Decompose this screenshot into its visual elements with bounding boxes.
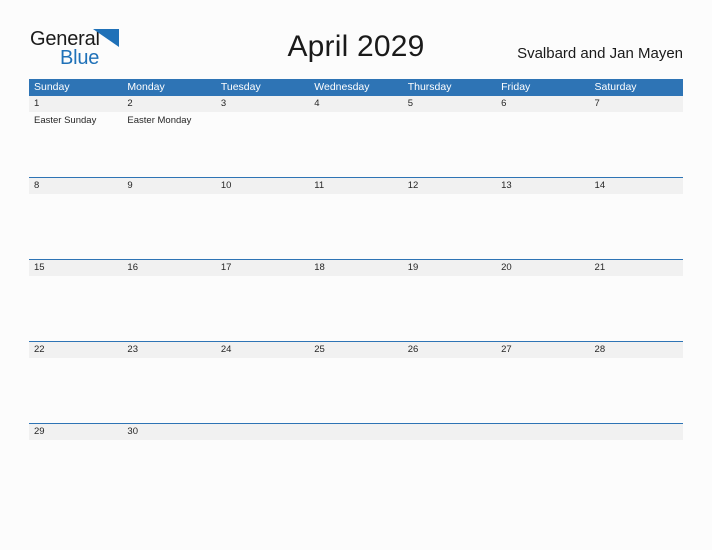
week-date-strip: 15 16 17 18 19 20 21: [29, 259, 683, 276]
day-cell[interactable]: [216, 112, 309, 177]
day-cell[interactable]: [590, 440, 683, 505]
day-cell[interactable]: [496, 358, 589, 423]
day-number[interactable]: 17: [216, 260, 309, 275]
day-cell[interactable]: [496, 276, 589, 341]
calendar-grid: Sunday Monday Tuesday Wednesday Thursday…: [29, 79, 683, 505]
weekday-header-thursday: Thursday: [407, 81, 452, 93]
calendar-week-row: 22 23 24 25 26 27 28: [29, 341, 683, 423]
day-number[interactable]: [216, 424, 309, 439]
day-number[interactable]: 15: [29, 260, 122, 275]
day-number[interactable]: 14: [590, 178, 683, 193]
week-event-strip: [29, 358, 683, 423]
day-number[interactable]: [590, 424, 683, 439]
weekday-header-wednesday: Wednesday: [314, 81, 370, 93]
day-cell[interactable]: Easter Monday: [122, 112, 215, 177]
weekday-header-monday: Monday: [127, 81, 165, 93]
week-date-strip: 22 23 24 25 26 27 28: [29, 341, 683, 358]
day-number[interactable]: 6: [496, 96, 589, 111]
day-number[interactable]: 13: [496, 178, 589, 193]
week-event-strip: [29, 194, 683, 259]
day-number[interactable]: 27: [496, 342, 589, 357]
day-number[interactable]: 22: [29, 342, 122, 357]
day-cell[interactable]: [403, 358, 496, 423]
day-cell[interactable]: [216, 194, 309, 259]
day-number[interactable]: 24: [216, 342, 309, 357]
day-number[interactable]: 18: [309, 260, 402, 275]
day-cell[interactable]: [122, 440, 215, 505]
day-cell[interactable]: [403, 440, 496, 505]
day-cell[interactable]: [590, 276, 683, 341]
event-label: Easter Sunday: [34, 115, 97, 126]
day-cell[interactable]: [216, 276, 309, 341]
day-cell[interactable]: [29, 276, 122, 341]
day-cell[interactable]: [29, 440, 122, 505]
calendar-week-row: 1 2 3 4 5 6 7 Easter Sunday Easter Monda…: [29, 96, 683, 177]
day-number[interactable]: [496, 424, 589, 439]
week-event-strip: Easter Sunday Easter Monday: [29, 112, 683, 177]
calendar-weekday-header: Sunday Monday Tuesday Wednesday Thursday…: [29, 79, 683, 96]
day-number[interactable]: [309, 424, 402, 439]
day-cell[interactable]: [590, 194, 683, 259]
calendar-week-row: 29 30: [29, 423, 683, 505]
week-date-strip: 1 2 3 4 5 6 7: [29, 96, 683, 112]
day-cell[interactable]: [309, 194, 402, 259]
calendar-week-row: 15 16 17 18 19 20 21: [29, 259, 683, 341]
day-cell[interactable]: [216, 440, 309, 505]
event-label: Easter Monday: [127, 115, 192, 126]
weekday-header-sunday: Sunday: [34, 81, 70, 93]
day-cell[interactable]: [403, 276, 496, 341]
calendar-week-row: 8 9 10 11 12 13 14: [29, 177, 683, 259]
weekday-header-tuesday: Tuesday: [220, 81, 261, 93]
day-number[interactable]: 28: [590, 342, 683, 357]
weekday-header-friday: Friday: [501, 81, 531, 93]
day-number[interactable]: 12: [403, 178, 496, 193]
day-cell[interactable]: [590, 358, 683, 423]
day-cell[interactable]: [29, 194, 122, 259]
locale-label: Svalbard and Jan Mayen: [517, 45, 683, 62]
day-number[interactable]: 10: [216, 178, 309, 193]
day-number[interactable]: 29: [29, 424, 122, 439]
day-number[interactable]: 5: [403, 96, 496, 111]
day-number[interactable]: 4: [309, 96, 402, 111]
day-number[interactable]: 26: [403, 342, 496, 357]
page-header: General Blue April 2029 Svalbard and Jan…: [0, 0, 712, 78]
day-number[interactable]: 2: [122, 96, 215, 111]
day-cell[interactable]: [403, 194, 496, 259]
day-cell[interactable]: [403, 112, 496, 177]
day-number[interactable]: 8: [29, 178, 122, 193]
day-cell[interactable]: Easter Sunday: [29, 112, 122, 177]
week-date-strip: 8 9 10 11 12 13 14: [29, 177, 683, 194]
day-cell[interactable]: [216, 358, 309, 423]
day-number[interactable]: 30: [122, 424, 215, 439]
day-number[interactable]: 20: [496, 260, 589, 275]
day-cell[interactable]: [309, 276, 402, 341]
day-number[interactable]: 11: [309, 178, 402, 193]
day-cell[interactable]: [29, 358, 122, 423]
day-number[interactable]: 21: [590, 260, 683, 275]
day-cell[interactable]: [496, 440, 589, 505]
day-number[interactable]: 3: [216, 96, 309, 111]
day-number[interactable]: 19: [403, 260, 496, 275]
day-cell[interactable]: [122, 194, 215, 259]
day-cell[interactable]: [309, 112, 402, 177]
day-cell[interactable]: [122, 276, 215, 341]
day-cell[interactable]: [309, 440, 402, 505]
day-number[interactable]: 7: [590, 96, 683, 111]
day-number[interactable]: 23: [122, 342, 215, 357]
day-number[interactable]: 9: [122, 178, 215, 193]
day-cell[interactable]: [309, 358, 402, 423]
day-cell[interactable]: [590, 112, 683, 177]
week-event-strip: [29, 440, 683, 505]
day-cell[interactable]: [496, 194, 589, 259]
day-number[interactable]: 16: [122, 260, 215, 275]
week-event-strip: [29, 276, 683, 341]
day-cell[interactable]: [496, 112, 589, 177]
day-number[interactable]: [403, 424, 496, 439]
day-number[interactable]: 1: [29, 96, 122, 111]
day-number[interactable]: 25: [309, 342, 402, 357]
week-date-strip: 29 30: [29, 423, 683, 440]
weekday-header-saturday: Saturday: [594, 81, 637, 93]
day-cell[interactable]: [122, 358, 215, 423]
